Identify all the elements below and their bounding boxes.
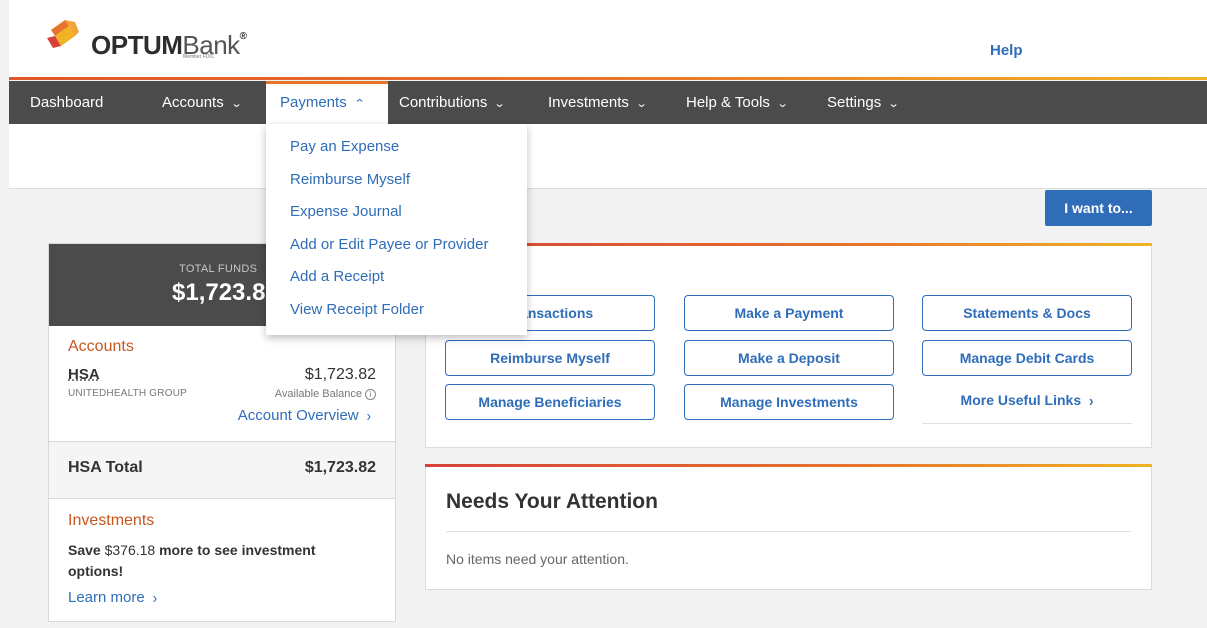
nav-investments[interactable]: Investments ⌄ xyxy=(548,81,648,124)
divider xyxy=(446,531,1131,532)
chevron-right-icon: › xyxy=(152,588,158,607)
more-useful-links[interactable]: More Useful Links › xyxy=(922,382,1132,424)
chevron-down-icon: ⌄ xyxy=(494,98,506,110)
investments-section-title: Investments xyxy=(68,512,155,529)
card-accent-bar xyxy=(425,464,1152,467)
help-link[interactable]: Help xyxy=(990,42,1023,59)
investment-threshold-message: Save $376.18 more to see investment opti… xyxy=(68,542,316,579)
chevron-down-icon: ⌄ xyxy=(776,98,789,110)
chevron-down-icon: ⌄ xyxy=(887,98,900,110)
chevron-right-icon: › xyxy=(366,406,371,425)
hsa-total-label: HSA Total xyxy=(68,459,143,476)
learn-more-link[interactable]: Learn more › xyxy=(68,588,158,607)
no-items-message: No items need your attention. xyxy=(446,551,629,567)
manage-beneficiaries-button[interactable]: Manage Beneficiaries xyxy=(445,384,655,420)
quick-links-card: ... Transactions Make a Payment Statemen… xyxy=(425,243,1152,448)
total-funds-amount: $1,723.82 xyxy=(172,279,279,306)
manage-investments-button[interactable]: Manage Investments xyxy=(684,384,894,420)
main-nav: Dashboard Accounts ⌄ Payments ⌃ Contributi… xyxy=(9,81,1207,124)
employer-name: UNITEDHEALTH GROUP xyxy=(68,388,187,399)
card-accent-bar xyxy=(425,243,1152,246)
payments-dropdown-menu: Pay an Expense Reimburse Myself Expense … xyxy=(266,124,527,335)
logo-wordmark: OPTUMBank® xyxy=(91,30,247,60)
menu-add-receipt[interactable]: Add a Receipt xyxy=(290,268,384,285)
menu-expense-journal[interactable]: Expense Journal xyxy=(290,203,402,220)
chevron-up-icon: ⌃ xyxy=(353,98,366,110)
chevron-right-icon: › xyxy=(1089,391,1094,410)
menu-add-edit-payee[interactable]: Add or Edit Payee or Provider xyxy=(290,236,488,253)
nav-accounts[interactable]: Accounts ⌄ xyxy=(162,81,243,124)
sub-header-strip xyxy=(9,124,1207,189)
header-accent-bar xyxy=(9,77,1207,80)
manage-debit-cards-button[interactable]: Manage Debit Cards xyxy=(922,340,1132,376)
reimburse-myself-button[interactable]: Reimburse Myself xyxy=(445,340,655,376)
accounts-section-title: Accounts xyxy=(68,338,134,355)
needs-attention-title: Needs Your Attention xyxy=(446,490,658,513)
chevron-down-icon: ⌄ xyxy=(230,98,243,110)
nav-contributions[interactable]: Contributions ⌄ xyxy=(399,81,506,124)
optum-logo-icon xyxy=(47,20,79,48)
hsa-total-amount: $1,723.82 xyxy=(304,459,376,476)
hsa-account-amount: $1,723.82 xyxy=(304,366,376,383)
hsa-account-name[interactable]: HSA xyxy=(68,366,100,383)
menu-reimburse-myself[interactable]: Reimburse Myself xyxy=(290,171,410,188)
menu-view-receipt-folder[interactable]: View Receipt Folder xyxy=(290,301,424,318)
available-balance-label: Available Balance i xyxy=(275,388,376,400)
top-header: OPTUMBank® Member FDIC Help xyxy=(9,0,1207,80)
nav-dashboard[interactable]: Dashboard xyxy=(30,81,103,124)
info-icon[interactable]: i xyxy=(365,389,376,400)
i-want-to-button[interactable]: I want to... xyxy=(1045,190,1152,226)
statements-docs-button[interactable]: Statements & Docs xyxy=(922,295,1132,331)
hsa-total-row: HSA Total $1,723.82 xyxy=(49,441,395,499)
needs-attention-card: Needs Your Attention No items need your … xyxy=(425,464,1152,590)
make-payment-button[interactable]: Make a Payment xyxy=(684,295,894,331)
make-deposit-button[interactable]: Make a Deposit xyxy=(684,340,894,376)
nav-payments[interactable]: Payments ⌃ xyxy=(266,81,388,124)
optum-bank-logo[interactable]: OPTUMBank® xyxy=(45,16,247,58)
menu-pay-an-expense[interactable]: Pay an Expense xyxy=(290,138,399,155)
nav-help-tools[interactable]: Help & Tools ⌄ xyxy=(686,81,789,124)
chevron-down-icon: ⌄ xyxy=(635,98,648,110)
member-fdic-label: Member FDIC xyxy=(183,54,215,60)
nav-settings[interactable]: Settings ⌄ xyxy=(827,81,900,124)
account-overview-link[interactable]: Account Overview › xyxy=(238,406,371,425)
total-funds-label: TOTAL FUNDS xyxy=(179,263,258,275)
